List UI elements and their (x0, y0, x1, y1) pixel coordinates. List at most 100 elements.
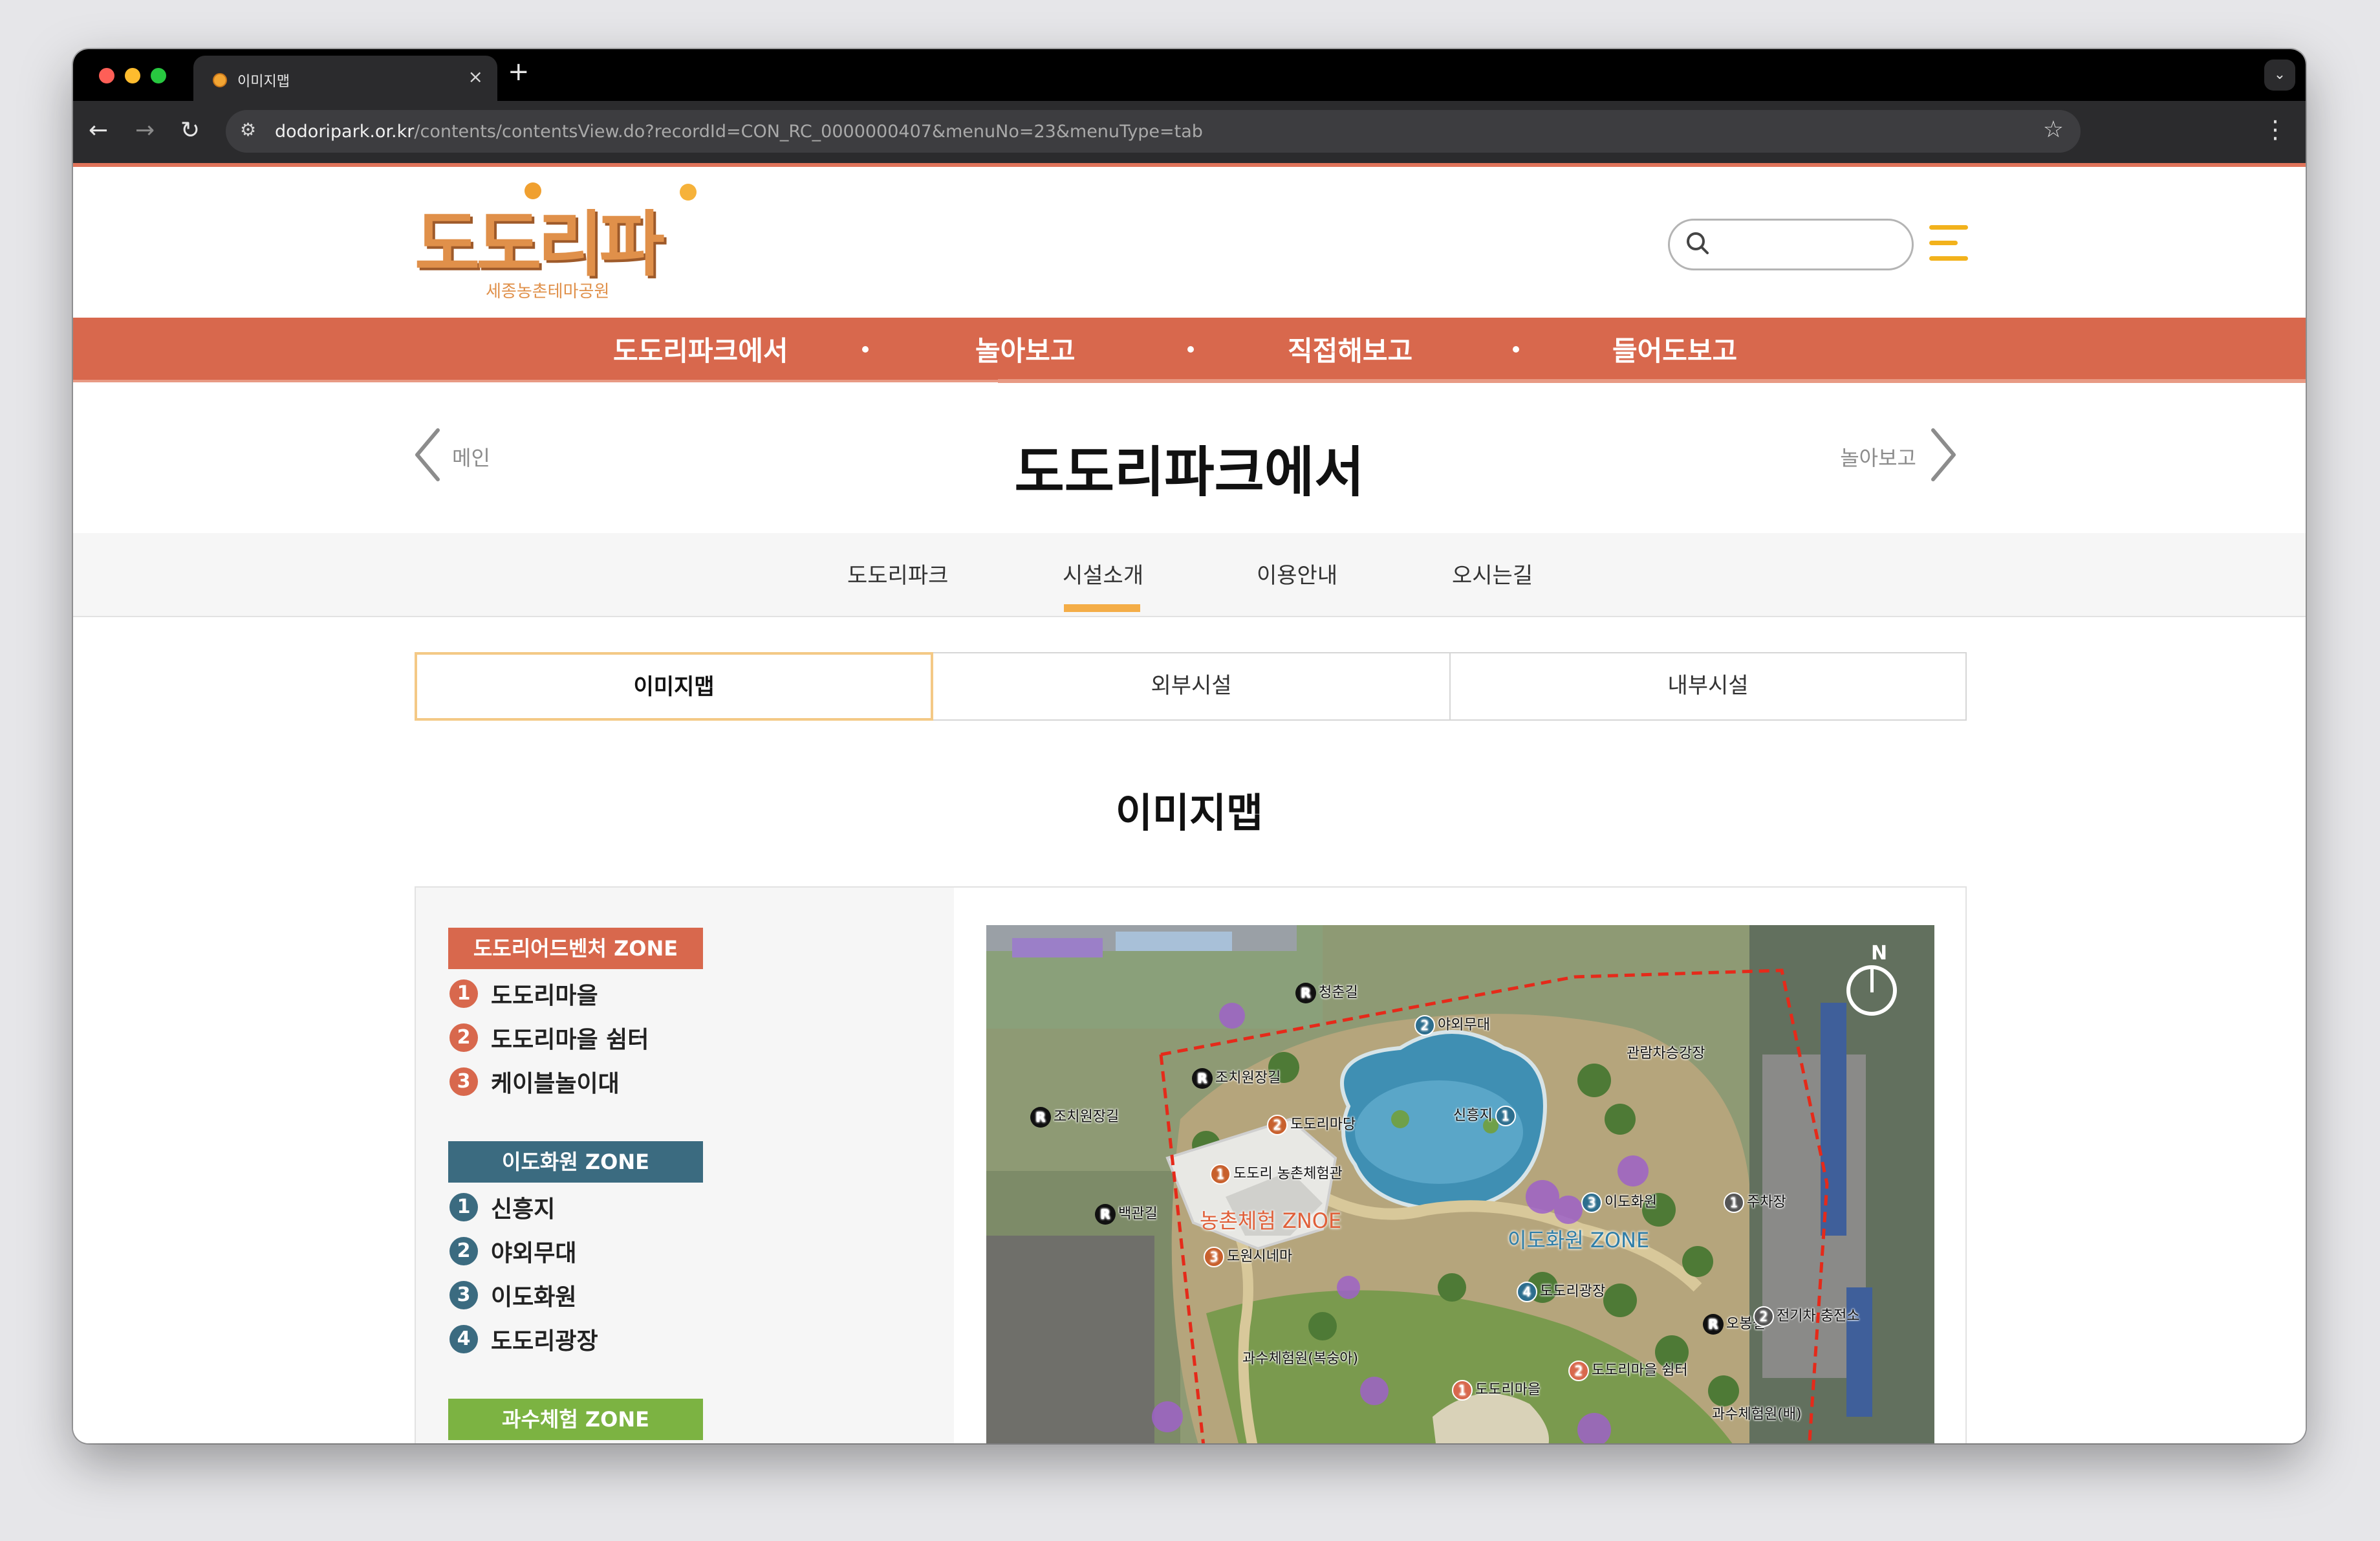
bookmark-star-icon[interactable]: ☆ (2043, 116, 2064, 143)
browser-toolbar: ← → ↻ ⚙ dodoripark.or.kr/contents/conten… (73, 101, 2306, 163)
zone-heading-idohwawon: 이도화원 ZONE (448, 1141, 703, 1183)
local-nav: 도도리파크 시설소개 이용안내 오시는길 (73, 533, 2306, 617)
map-spot[interactable]: 1 도도리마을 (1452, 1378, 1541, 1401)
map-spot[interactable]: 2 전기차 충전소 (1753, 1304, 1859, 1327)
map-spot[interactable]: 3 이도화원 (1581, 1190, 1657, 1213)
map-spot[interactable]: 1 주차장 (1724, 1190, 1786, 1213)
lnb-item-directions[interactable]: 오시는길 (1452, 558, 1533, 589)
site-info-icon[interactable]: ⚙ (240, 119, 256, 140)
legend-item[interactable]: 1 신흥지 (449, 1190, 555, 1227)
zone-heading-orchard: 과수체험 ZONE (448, 1399, 703, 1440)
search-icon[interactable] (1683, 228, 1714, 259)
tab-strip: 이미지맵 × + ⌄ (73, 49, 2306, 101)
map-road-label[interactable]: R 백관길 (1095, 1202, 1158, 1225)
map-spot[interactable]: 3 도원시네마 (1204, 1245, 1292, 1267)
url-path: /contents/contentsView.do?recordId=CON_R… (414, 122, 1203, 142)
map-zone-label: 이도화원 ZONE (1508, 1228, 1650, 1252)
map-spot[interactable]: 신흥지 1 (1453, 1104, 1519, 1126)
gnb-item-play[interactable]: 놀아보고 (975, 329, 1076, 369)
north-compass-icon: N (1846, 942, 1911, 1020)
browser-tab[interactable]: 이미지맵 × (193, 56, 497, 101)
map-spot[interactable]: 4 도도리광장 (1517, 1280, 1605, 1302)
map-zone-label: 농촌체험 ZNOE (1200, 1208, 1342, 1233)
map-road-label[interactable]: R 청춘길 (1295, 981, 1358, 1003)
gnb-item-listen[interactable]: 들어도보고 (1612, 329, 1737, 369)
content-tabs: 이미지맵 외부시설 내부시설 (415, 652, 1967, 721)
fruit-icon (680, 184, 697, 201)
map-spot[interactable]: 2 야외무대 (1414, 1013, 1490, 1036)
legend-item[interactable]: 3 이도화원 (449, 1278, 576, 1315)
reload-icon[interactable]: ↻ (180, 116, 200, 145)
legend-item[interactable]: 4 도도리광장 (449, 1322, 598, 1359)
next-page-label: 놀아보고 (1840, 446, 1916, 470)
number-2-icon: 2 (449, 1023, 478, 1052)
tab-close-icon[interactable]: × (468, 66, 483, 87)
tab-indoor-facilities[interactable]: 내부시설 (1449, 652, 1967, 721)
browser-menu-icon[interactable]: ⋮ (2263, 115, 2288, 144)
gnb-separator (1513, 346, 1519, 353)
image-map-panel: 도도리어드벤처 ZONE 1 도도리마을 2 도도리마을 쉼터 3 케이블놀이대 이도… (415, 886, 1967, 1443)
map-label[interactable]: 과수체험원(배) (1712, 1403, 1802, 1423)
legend-item[interactable]: 3 케이블놀이대 (449, 1065, 620, 1101)
aerial-map-illustration (986, 925, 1934, 1443)
legend-label: 신흥지 (491, 1196, 556, 1223)
global-nav: 도도리파크에서 놀아보고 직접해보고 들어도보고 (73, 318, 2306, 382)
chevron-right-icon (1931, 428, 1956, 481)
map-spot[interactable]: 2 도도리마당 (1267, 1113, 1356, 1135)
section-title: 이미지맵 (1115, 789, 1264, 836)
gnb-item-try[interactable]: 직접해보고 (1288, 329, 1412, 369)
number-3-icon: 3 (449, 1067, 478, 1096)
compass-north-label: N (1871, 942, 1888, 965)
web-page: 도도리파크 세종농촌테마공원 도도리파크에서 놀아보고 직접해보고 들어도보고 (73, 163, 2306, 1443)
number-1-icon: 1 (449, 1193, 478, 1221)
lnb-item-usage[interactable]: 이용안내 (1257, 558, 1337, 589)
close-window-button[interactable] (99, 68, 114, 83)
favicon-icon (213, 73, 227, 87)
legend-label: 도도리마을 쉼터 (491, 1027, 649, 1053)
legend-item[interactable]: 1 도도리마을 (449, 977, 598, 1013)
tab-search-icon[interactable]: ⌄ (2264, 60, 2295, 91)
gnb-item-dodoripark[interactable]: 도도리파크에서 (613, 329, 788, 369)
number-4-icon: 4 (449, 1325, 478, 1353)
map-label[interactable]: 관람차승강장 (1627, 1042, 1705, 1062)
page-header: 메인 도도리파크에서 놀아보고 (73, 384, 2306, 534)
url-text[interactable]: dodoripark.or.kr/contents/contentsView.d… (275, 122, 1203, 142)
legend-label: 이도화원 (491, 1284, 577, 1311)
aerial-map[interactable]: N R 청춘길 R 조치원장길 R 조치원장길 R 백관길 R 오봉길 2 야외무대 2 도도… (986, 925, 1934, 1443)
hamburger-menu-icon[interactable] (1929, 225, 1968, 261)
tab-title: 이미지맵 (237, 74, 290, 90)
url-host: dodoripark.or.kr (275, 122, 415, 142)
lnb-active-indicator (1064, 604, 1140, 612)
site-logo[interactable]: 도도리파크 세종농촌테마공원 (415, 182, 699, 389)
gnb-separator (1187, 346, 1194, 353)
map-label[interactable]: 과수체험원(복숭아) (1242, 1347, 1358, 1368)
legend-item[interactable]: 2 야외무대 (449, 1234, 576, 1271)
search-input[interactable] (1668, 219, 1914, 270)
map-road-label[interactable]: R 조치원장길 (1192, 1066, 1281, 1089)
map-road-label[interactable]: R 조치원장길 (1030, 1105, 1119, 1128)
map-legend: 도도리어드벤처 ZONE 1 도도리마을 2 도도리마을 쉼터 3 케이블놀이대 이도… (416, 888, 954, 1443)
map-spot[interactable]: 1 도도리 농촌체험관 (1210, 1162, 1343, 1185)
back-arrow-icon[interactable]: ← (89, 116, 108, 145)
legend-label: 도도리마을 (491, 983, 598, 1009)
legend-label: 도도리광장 (491, 1328, 598, 1355)
number-1-icon: 1 (449, 979, 478, 1008)
page-title: 도도리파크에서 (1014, 441, 1365, 504)
gnb-active-underline (998, 379, 2306, 383)
minimize-window-button[interactable] (125, 68, 140, 83)
gnb-separator (862, 346, 869, 353)
number-2-icon: 2 (449, 1237, 478, 1265)
legend-item[interactable]: 2 도도리마을 쉼터 (449, 1021, 649, 1057)
lnb-item-dodoripark[interactable]: 도도리파크 (847, 558, 948, 589)
maximize-window-button[interactable] (151, 68, 166, 83)
lnb-item-facilities[interactable]: 시설소개 (1063, 558, 1143, 589)
fruit-icon (525, 182, 541, 199)
forward-arrow-icon[interactable]: → (135, 116, 155, 145)
tab-outdoor-facilities[interactable]: 외부시설 (932, 652, 1451, 721)
tab-image-map[interactable]: 이미지맵 (415, 652, 933, 721)
zone-heading-adventure: 도도리어드벤처 ZONE (448, 928, 703, 969)
map-spot[interactable]: 2 도도리마을 쉼터 (1568, 1359, 1688, 1381)
new-tab-icon[interactable]: + (508, 57, 530, 87)
address-bar[interactable]: ⚙ dodoripark.or.kr/contents/contentsView… (226, 110, 2081, 153)
legend-label: 케이블놀이대 (491, 1071, 620, 1097)
